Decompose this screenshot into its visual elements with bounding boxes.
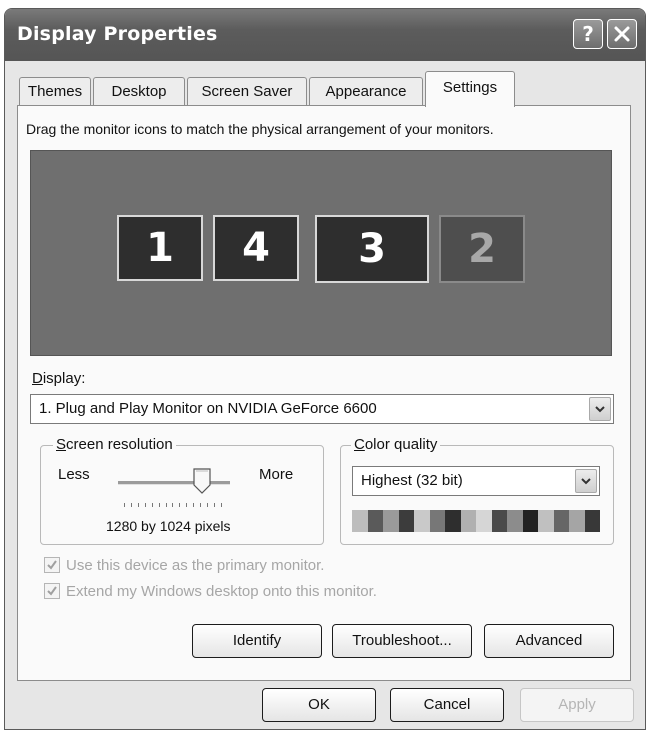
slider-tick — [137, 503, 139, 507]
tab-desktop[interactable]: Desktop — [93, 77, 185, 105]
close-icon — [614, 26, 630, 42]
display-label-text: isplay: — [42, 370, 86, 387]
extend-desktop-checkbox[interactable] — [44, 583, 60, 599]
slider-tick — [200, 503, 202, 507]
tab-screen-saver[interactable]: Screen Saver — [187, 77, 307, 105]
slider-tick — [220, 503, 222, 507]
resolution-slider-thumb[interactable] — [193, 468, 211, 494]
color-quality-dropdown-button[interactable] — [575, 469, 597, 493]
primary-monitor-option[interactable]: Use this device as the primary monitor. — [44, 556, 324, 574]
display-dropdown[interactable]: 1. Plug and Play Monitor on NVIDIA GeFor… — [30, 394, 614, 424]
primary-monitor-label: Use this device as the primary monitor. — [66, 556, 325, 574]
display-label: Display: — [32, 370, 86, 387]
tab-appearance[interactable]: Appearance — [309, 77, 423, 105]
close-button[interactable] — [607, 19, 637, 49]
monitor-arrangement-area[interactable]: 1 4 3 2 — [30, 150, 612, 356]
monitor-icon-4[interactable]: 4 — [213, 215, 299, 281]
display-dropdown-button[interactable] — [589, 397, 611, 421]
slider-tick — [172, 503, 174, 507]
resolution-more-label: More — [259, 466, 294, 483]
extend-desktop-option[interactable]: Extend my Windows desktop onto this moni… — [44, 582, 377, 600]
resolution-less-label: Less — [58, 466, 90, 483]
display-dropdown-value: 1. Plug and Play Monitor on NVIDIA GeFor… — [39, 400, 377, 417]
advanced-button[interactable]: Advanced — [484, 624, 614, 658]
resolution-value: 1280 by 1024 pixels — [106, 518, 231, 534]
slider-tick — [207, 503, 209, 507]
help-button[interactable]: ? — [573, 19, 603, 49]
slider-tick — [193, 503, 195, 507]
display-properties-window: Display Properties ? Themes Desktop Scre… — [4, 8, 646, 730]
apply-button: Apply — [520, 688, 634, 722]
color-quality-dropdown[interactable]: Highest (32 bit) — [352, 466, 600, 496]
slider-tick — [151, 503, 153, 507]
identify-button[interactable]: Identify — [192, 624, 322, 658]
resolution-slider-track[interactable] — [118, 481, 230, 485]
slider-tick — [158, 503, 160, 507]
color-quality-value: Highest (32 bit) — [361, 472, 463, 489]
monitor-icon-1[interactable]: 1 — [117, 215, 203, 281]
slider-tick — [130, 503, 132, 507]
check-icon — [47, 586, 57, 596]
tab-settings[interactable]: Settings — [425, 71, 515, 107]
arrangement-instruction: Drag the monitor icons to match the phys… — [26, 121, 494, 137]
slider-tick — [124, 503, 125, 507]
resolution-slider-ticks — [124, 503, 222, 507]
ok-button[interactable]: OK — [262, 688, 376, 722]
tab-themes[interactable]: Themes — [19, 77, 91, 105]
check-icon — [47, 560, 57, 570]
chevron-down-icon — [595, 406, 605, 413]
troubleshoot-button[interactable]: Troubleshoot... — [332, 624, 472, 658]
slider-tick — [165, 503, 167, 507]
slider-tick — [213, 503, 215, 507]
slider-tick — [179, 503, 181, 507]
color-quality-title: Color quality — [351, 436, 441, 453]
window-title: Display Properties — [17, 23, 218, 45]
title-bar[interactable]: Display Properties ? — [5, 9, 645, 61]
slider-tick — [186, 503, 188, 507]
slider-tick — [144, 503, 146, 507]
screen-resolution-title: Screen resolution — [53, 436, 176, 453]
primary-monitor-checkbox[interactable] — [44, 557, 60, 573]
color-quality-preview-bar — [352, 510, 600, 532]
extend-desktop-label: Extend my Windows desktop onto this moni… — [66, 582, 377, 600]
monitor-icon-3[interactable]: 3 — [315, 215, 429, 283]
monitor-icon-2[interactable]: 2 — [439, 215, 525, 283]
chevron-down-icon — [581, 478, 591, 485]
cancel-button[interactable]: Cancel — [390, 688, 504, 722]
